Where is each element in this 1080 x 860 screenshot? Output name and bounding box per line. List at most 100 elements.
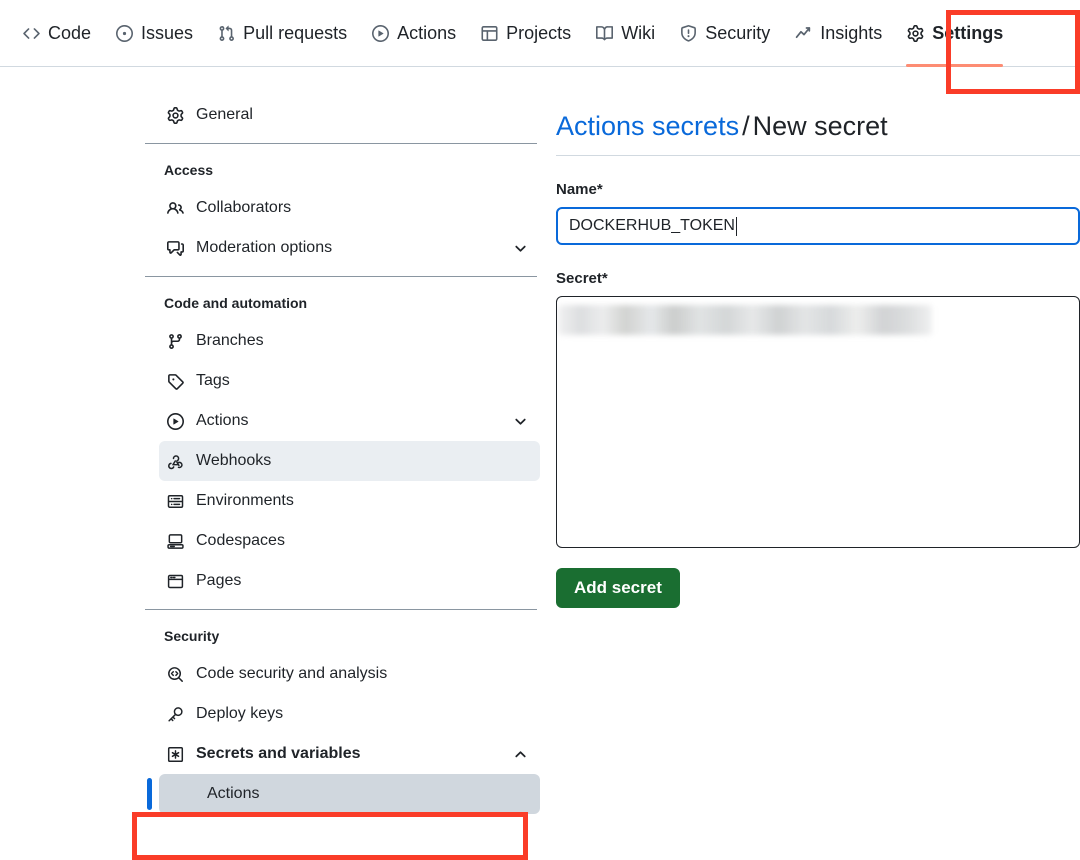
- sidebar-item-label: Tags: [196, 371, 230, 389]
- tab-label: Actions: [397, 23, 457, 43]
- tag-icon: [167, 373, 184, 390]
- add-secret-button[interactable]: Add secret: [556, 568, 680, 608]
- secret-name-value: DOCKERHUB_TOKEN: [569, 217, 735, 234]
- browser-icon: [167, 573, 184, 590]
- tab-active-underline: [906, 64, 1004, 67]
- git-pull-request-icon: [217, 24, 235, 42]
- sidebar-item-label: Secrets and variables: [196, 744, 361, 762]
- breadcrumb-separator: /: [742, 111, 750, 141]
- sidebar-item-collaborators[interactable]: Collaborators: [159, 188, 540, 228]
- issue-opened-icon: [115, 24, 133, 42]
- sidebar-item-secrets-and-variables[interactable]: Secrets and variables: [159, 734, 540, 774]
- repo-nav-tabs: Code Issues Pull requests Actions Projec…: [10, 0, 1015, 67]
- sidebar-group-title: Security: [164, 628, 220, 644]
- tab-security[interactable]: Security: [667, 0, 782, 66]
- tab-code[interactable]: Code: [10, 0, 103, 66]
- tab-label: Code: [48, 23, 92, 43]
- annotation-box-secrets-actions: [132, 812, 528, 860]
- tab-wiki[interactable]: Wiki: [583, 0, 667, 66]
- graph-icon: [794, 24, 812, 42]
- sidebar-group-title: Access: [164, 162, 214, 178]
- name-field-label: Name*: [556, 180, 1080, 200]
- codespaces-icon: [167, 533, 184, 550]
- page-title: Actions secrets / New secret: [556, 95, 1080, 145]
- github-repo-settings-page: Code Issues Pull requests Actions Projec…: [0, 0, 1080, 860]
- tab-actions[interactable]: Actions: [359, 0, 468, 66]
- tab-label: Wiki: [621, 23, 656, 43]
- sidebar-item-actions[interactable]: Actions: [159, 401, 540, 441]
- sidebar-item-deploy-keys[interactable]: Deploy keys: [159, 694, 540, 734]
- sidebar-subitem-secrets-actions[interactable]: Actions: [147, 774, 540, 814]
- tab-issues[interactable]: Issues: [103, 0, 205, 66]
- secret-value-textarea[interactable]: [556, 296, 1080, 548]
- sidebar-item-label: Environments: [196, 491, 294, 509]
- required-asterisk: *: [596, 181, 603, 198]
- book-icon: [595, 24, 613, 42]
- tab-projects[interactable]: Projects: [468, 0, 583, 66]
- breadcrumb-parent-link[interactable]: Actions secrets: [556, 111, 739, 141]
- secret-name-input[interactable]: DOCKERHUB_TOKEN: [556, 207, 1080, 245]
- sidebar-item-branches[interactable]: Branches: [159, 321, 540, 361]
- sidebar-item-tags[interactable]: Tags: [159, 361, 540, 401]
- tab-label: Security: [705, 23, 771, 43]
- sidebar-item-codespaces[interactable]: Codespaces: [159, 521, 540, 561]
- sidebar-divider: [145, 276, 537, 277]
- secret-label-text: Secret: [556, 270, 602, 287]
- settings-sidebar: General Access Collaborators Moderation …: [145, 95, 540, 814]
- sidebar-item-label: Collaborators: [196, 198, 292, 216]
- sidebar-item-label: Pages: [196, 571, 242, 589]
- chevron-up-icon[interactable]: [512, 746, 528, 762]
- people-icon: [167, 200, 184, 217]
- sidebar-item-pages[interactable]: Pages: [159, 561, 540, 601]
- table-icon: [480, 24, 498, 42]
- redacted-secret-value: [558, 305, 932, 335]
- sidebar-group-title: Code and automation: [164, 295, 308, 311]
- server-icon: [167, 493, 184, 510]
- tab-label: Issues: [141, 23, 194, 43]
- sidebar-item-label: Moderation options: [196, 238, 333, 256]
- secret-field-label: Secret*: [556, 269, 1080, 289]
- breadcrumb-current: New secret: [752, 111, 888, 141]
- main-content: Actions secrets / New secret Name* DOCKERH…: [556, 95, 1080, 608]
- sidebar-item-label: Deploy keys: [196, 704, 284, 722]
- tab-label: Pull requests: [243, 23, 348, 43]
- sidebar-item-moderation-options[interactable]: Moderation options: [159, 228, 540, 268]
- sidebar-divider: [145, 609, 537, 610]
- tab-pull-requests[interactable]: Pull requests: [205, 0, 359, 66]
- sidebar-item-general[interactable]: General: [159, 95, 540, 135]
- sidebar-item-code-security-and-analysis[interactable]: Code security and analysis: [159, 654, 540, 694]
- tab-label: Insights: [820, 23, 883, 43]
- code-icon: [22, 24, 40, 42]
- sidebar-item-webhooks[interactable]: Webhooks: [159, 441, 540, 481]
- sidebar-item-label: Code security and analysis: [196, 664, 388, 682]
- tab-settings[interactable]: Settings: [894, 0, 1015, 67]
- tab-label: Projects: [506, 23, 572, 43]
- sidebar-item-label: Webhooks: [196, 451, 272, 469]
- sidebar-group-security: Security Code security and analysis Depl…: [145, 618, 540, 814]
- chevron-down-icon[interactable]: [512, 413, 528, 429]
- sidebar-item-label: General: [196, 105, 253, 123]
- tab-insights[interactable]: Insights: [782, 0, 894, 66]
- gear-icon: [906, 24, 924, 42]
- sidebar-divider: [145, 143, 537, 144]
- play-icon: [371, 24, 389, 42]
- shield-icon: [679, 24, 697, 42]
- chevron-down-icon[interactable]: [512, 240, 528, 256]
- required-asterisk: *: [601, 270, 608, 287]
- sidebar-item-label: Branches: [196, 331, 264, 349]
- tab-label: Settings: [932, 23, 1004, 43]
- gear-icon: [167, 106, 184, 124]
- play-icon: [167, 412, 184, 430]
- repo-nav: Code Issues Pull requests Actions Projec…: [0, 0, 1080, 67]
- name-label-text: Name: [556, 181, 597, 198]
- sidebar-item-label: Actions: [196, 411, 249, 429]
- asterisk-box-icon: [167, 746, 184, 763]
- text-cursor: [735, 216, 737, 236]
- sidebar-item-label: Codespaces: [196, 531, 285, 549]
- key-icon: [167, 706, 184, 723]
- git-branch-icon: [167, 333, 184, 350]
- sidebar-item-environments[interactable]: Environments: [159, 481, 540, 521]
- comment-discussion-icon: [167, 240, 184, 257]
- sidebar-group-access: Access Collaborators Moderation options: [145, 152, 540, 268]
- sidebar-subitem-label: Actions: [207, 784, 260, 802]
